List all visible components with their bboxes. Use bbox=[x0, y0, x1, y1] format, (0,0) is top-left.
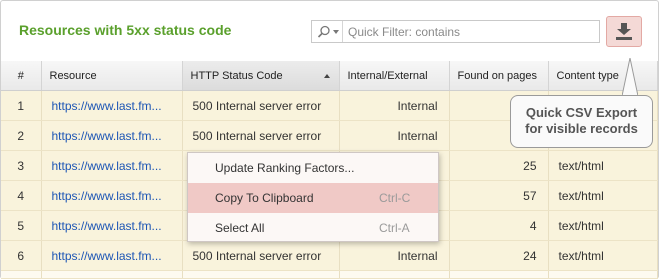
csv-export-callout: Quick CSV Export for visible records bbox=[510, 95, 653, 148]
content-type-cell: text/html bbox=[548, 150, 658, 181]
context-menu: Update Ranking Factors... Copy To Clipbo… bbox=[187, 152, 439, 242]
menu-item-label: Select All bbox=[215, 221, 265, 235]
resource-link[interactable]: https://www.last.fm... bbox=[41, 240, 183, 271]
content-type-cell: text/html bbox=[548, 240, 658, 271]
row-number: 4 bbox=[1, 180, 42, 211]
scope-cell: Internal bbox=[339, 120, 450, 151]
menu-item-label: Copy To Clipboard bbox=[215, 191, 314, 205]
menu-item-label: Update Ranking Factors... bbox=[215, 161, 355, 175]
menu-item-update-ranking-factors[interactable]: Update Ranking Factors... bbox=[188, 153, 438, 183]
resource-link[interactable]: https://www.last.fm... bbox=[41, 180, 183, 211]
row-number: 1 bbox=[1, 90, 42, 121]
status-cell: 500 Internal server error bbox=[182, 240, 340, 271]
table-header: # Resource HTTP Status Code Internal/Ext… bbox=[1, 61, 658, 91]
callout-line: for visible records bbox=[525, 121, 638, 136]
search-options-button[interactable] bbox=[312, 21, 343, 42]
row-number: 2 bbox=[1, 120, 42, 151]
menu-item-copy-to-clipboard[interactable]: Copy To Clipboard Ctrl-C bbox=[188, 183, 438, 213]
row-number: 6 bbox=[1, 240, 42, 271]
callout-pointer bbox=[622, 58, 638, 96]
menu-item-shortcut: Ctrl-A bbox=[379, 221, 410, 235]
column-header-http-status[interactable]: HTTP Status Code bbox=[182, 61, 340, 91]
content-type-cell: text/html bbox=[548, 180, 658, 211]
column-header-content-type[interactable]: Content type bbox=[548, 61, 658, 91]
column-header-internal-external[interactable]: Internal/External bbox=[339, 61, 450, 91]
quick-filter-input[interactable] bbox=[348, 23, 593, 40]
callout-line: Quick CSV Export bbox=[525, 105, 638, 120]
status-cell: 500 Internal server error bbox=[182, 120, 340, 151]
table-row[interactable]: 6 https://www.last.fm... 500 Internal se… bbox=[1, 240, 658, 271]
menu-item-select-all[interactable]: Select All Ctrl-A bbox=[188, 213, 438, 243]
status-cell: 500 Internal server error bbox=[182, 90, 340, 121]
search-icon bbox=[317, 25, 330, 38]
column-header-found-on-pages[interactable]: Found on pages bbox=[449, 61, 549, 91]
resource-link[interactable]: https://www.last.fm... bbox=[41, 120, 183, 151]
menu-item-shortcut: Ctrl-C bbox=[379, 191, 411, 205]
content-type-cell: text/html bbox=[548, 210, 658, 241]
column-header-label: HTTP Status Code bbox=[190, 69, 283, 82]
sort-ascending-icon bbox=[323, 74, 330, 78]
csv-export-button[interactable] bbox=[606, 16, 642, 47]
resource-link[interactable]: https://www.last.fm... bbox=[41, 90, 183, 121]
chevron-down-icon bbox=[333, 30, 339, 34]
panel-title: Resources with 5xx status code bbox=[19, 22, 232, 38]
download-icon bbox=[616, 23, 632, 40]
quick-filter bbox=[311, 20, 600, 43]
row-number: 5 bbox=[1, 210, 42, 241]
column-header-resource[interactable]: Resource bbox=[41, 61, 183, 91]
found-cell: 25 bbox=[449, 150, 549, 181]
table-row-partial bbox=[1, 270, 658, 279]
scope-cell: Internal bbox=[339, 240, 450, 271]
resource-link[interactable]: https://www.last.fm... bbox=[41, 150, 183, 181]
scope-cell: Internal bbox=[339, 90, 450, 121]
column-header-number[interactable]: # bbox=[1, 61, 42, 91]
found-cell: 24 bbox=[449, 240, 549, 271]
found-cell: 57 bbox=[449, 180, 549, 211]
row-number: 3 bbox=[1, 150, 42, 181]
found-cell: 4 bbox=[449, 210, 549, 241]
resource-link[interactable]: https://www.last.fm... bbox=[41, 210, 183, 241]
